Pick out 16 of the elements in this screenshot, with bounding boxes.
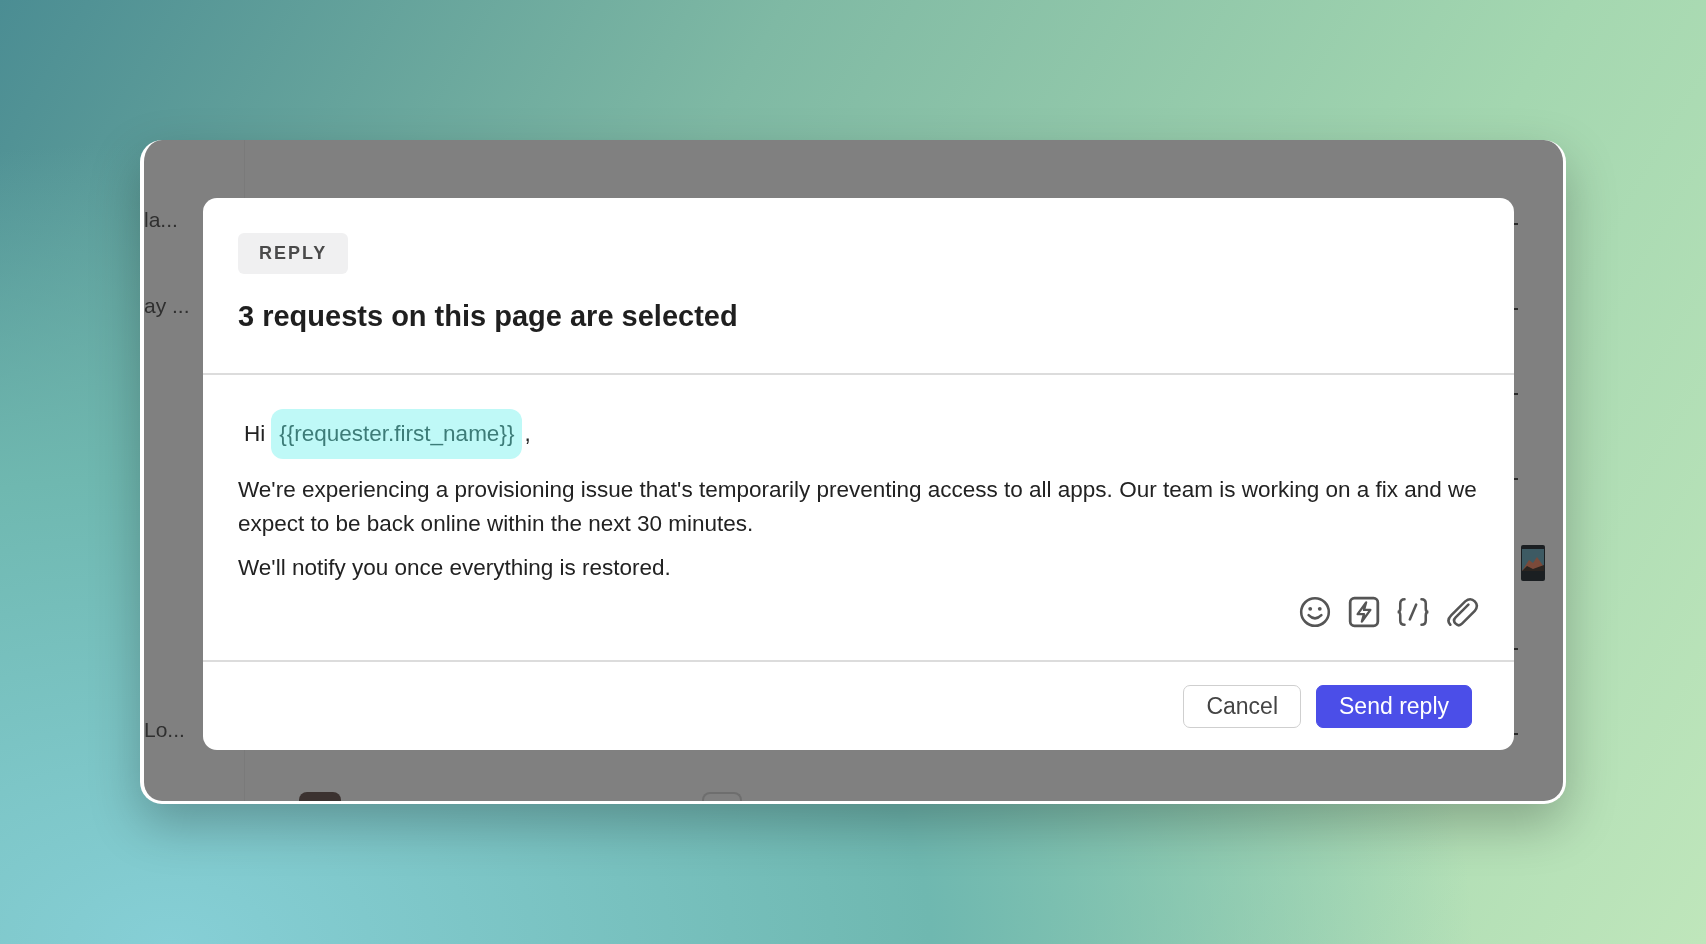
cancel-button[interactable]: Cancel: [1183, 684, 1302, 728]
greeting-text: Hi: [244, 421, 266, 447]
row-text: la...: [144, 208, 178, 232]
comma-text: ,: [524, 421, 531, 447]
row-text: ay ...: [144, 294, 190, 318]
dialog-title: 3 requests on this page are selected: [238, 300, 739, 333]
lightning-icon[interactable]: [1347, 595, 1381, 629]
send-button[interactable]: Send reply: [1316, 684, 1472, 728]
message-paragraph: We're experiencing a provisioning issue that's temporarily preventing access to all apps. Our team is working on a fix and we expect to be back online within the next 30 minutes.: [238, 476, 1478, 538]
paperclip-icon[interactable]: [1445, 595, 1479, 629]
row-text: Lo...: [144, 718, 185, 742]
reply-badge: REPLY: [238, 233, 349, 274]
message-paragraph: We'll notify you once everything is restored.: [238, 554, 672, 582]
code-braces-icon[interactable]: [1396, 595, 1430, 629]
emoji-icon[interactable]: [1298, 595, 1332, 629]
variable-token[interactable]: {{requester.first_name}}: [271, 409, 523, 459]
